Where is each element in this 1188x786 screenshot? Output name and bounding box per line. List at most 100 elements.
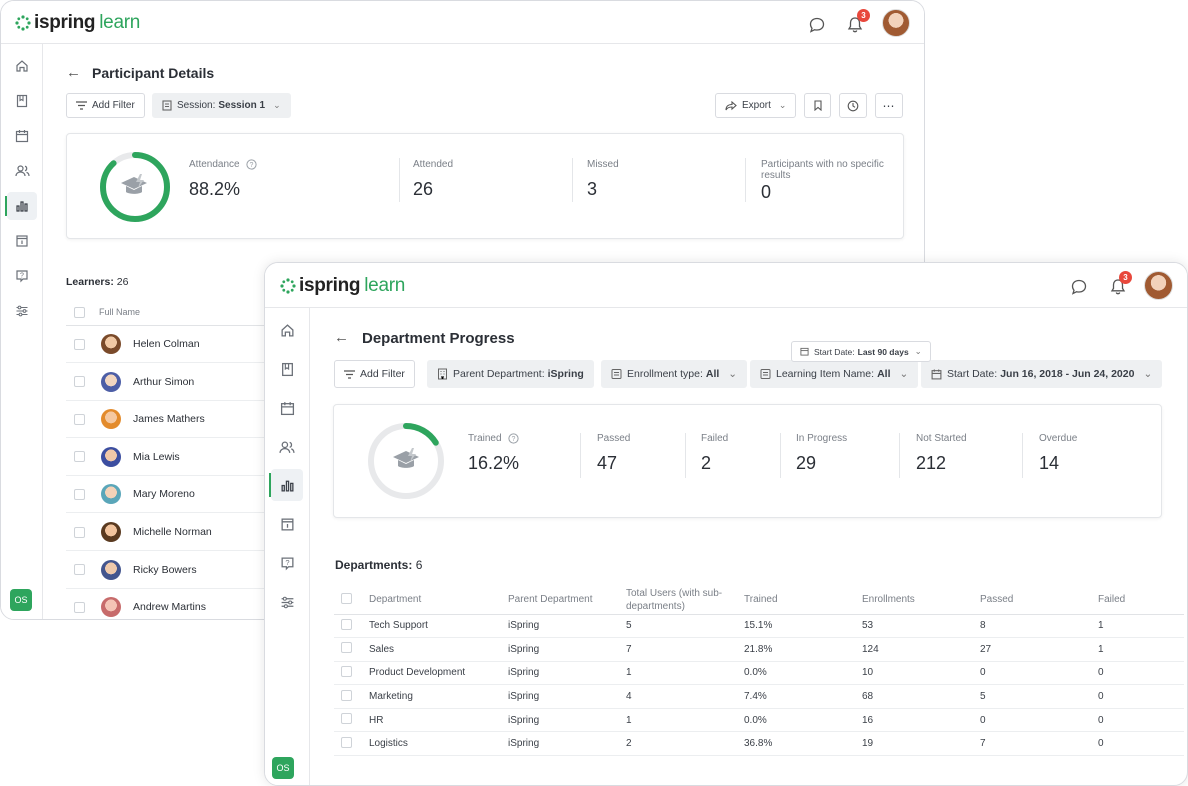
user-initials-badge[interactable]: OS bbox=[10, 589, 32, 611]
row-checkbox[interactable] bbox=[341, 618, 352, 630]
chevron-down-icon: ⌄ bbox=[899, 368, 909, 380]
list-item[interactable]: Mia Lewis bbox=[66, 439, 296, 476]
user-avatar[interactable] bbox=[882, 9, 910, 37]
start-date-filter[interactable]: Start Date: Jun 16, 2018 - Jun 24, 2020 ⌄ bbox=[921, 360, 1163, 388]
row-checkbox[interactable] bbox=[74, 451, 85, 463]
sidebar-calendar-icon[interactable] bbox=[7, 122, 37, 150]
attendance-progress-ring bbox=[100, 152, 170, 222]
row-checkbox[interactable] bbox=[74, 338, 85, 350]
row-checkbox[interactable] bbox=[74, 376, 85, 388]
sidebar-courses-icon[interactable] bbox=[271, 354, 303, 384]
sidebar-reports-icon[interactable] bbox=[5, 192, 37, 220]
sidebar-users-icon[interactable] bbox=[271, 432, 303, 462]
column-header[interactable]: Parent Department bbox=[508, 586, 626, 615]
row-checkbox[interactable] bbox=[341, 689, 352, 701]
table-row[interactable]: Sales iSpring 7 21.8% 124 27 1 bbox=[334, 637, 1184, 662]
avatar bbox=[101, 409, 121, 430]
row-checkbox[interactable] bbox=[74, 488, 85, 500]
departments-label: Departments: bbox=[335, 558, 413, 572]
back-arrow-icon[interactable]: ← bbox=[66, 64, 81, 81]
divider bbox=[685, 433, 686, 478]
column-header[interactable]: Enrollments bbox=[862, 586, 980, 615]
row-checkbox[interactable] bbox=[341, 736, 352, 748]
avatar bbox=[101, 371, 121, 392]
sidebar-calendar-icon[interactable] bbox=[271, 393, 303, 423]
add-filter-button[interactable]: Add Filter bbox=[66, 93, 145, 118]
list-item[interactable]: Mary Moreno bbox=[66, 476, 296, 514]
table-cell: 2 bbox=[626, 731, 744, 757]
list-item[interactable]: Ricky Bowers bbox=[66, 552, 296, 589]
row-checkbox[interactable] bbox=[74, 564, 85, 576]
graduation-cap-icon bbox=[393, 448, 419, 468]
sidebar-settings-icon[interactable] bbox=[271, 587, 303, 617]
sidebar-info-icon[interactable] bbox=[7, 227, 37, 255]
table-row[interactable]: HR iSpring 1 0.0% 16 0 0 bbox=[334, 708, 1184, 733]
attendance-value: 88.2% bbox=[189, 179, 241, 200]
column-header[interactable]: Total Users (with sub-departments) bbox=[626, 586, 744, 615]
list-item[interactable]: Michelle Norman bbox=[66, 514, 296, 551]
attended-stat: Attended 26 bbox=[413, 159, 453, 200]
table-row[interactable]: Product Development iSpring 1 0.0% 10 0 0 bbox=[334, 661, 1184, 686]
app-logo[interactable]: ispring learn bbox=[15, 12, 140, 34]
bookmark-button[interactable] bbox=[804, 93, 831, 118]
row-checkbox[interactable] bbox=[341, 642, 352, 654]
session-filter-button[interactable]: Session: Session 1 ⌄ bbox=[152, 93, 291, 118]
sidebar-info-icon[interactable] bbox=[271, 509, 303, 539]
sidebar-users-icon[interactable] bbox=[7, 157, 37, 185]
sidebar-help-icon[interactable]: ? bbox=[7, 262, 37, 290]
sidebar-courses-icon[interactable] bbox=[7, 87, 37, 115]
add-filter-button[interactable]: Add Filter bbox=[334, 360, 415, 388]
help-circle-icon[interactable]: ? bbox=[508, 433, 519, 444]
not-started-stat: Not Started 212 bbox=[916, 433, 967, 474]
table-row[interactable]: Tech Support iSpring 5 15.1% 53 8 1 bbox=[334, 614, 1184, 639]
list-item[interactable]: Helen Colman bbox=[66, 326, 296, 363]
row-checkbox[interactable] bbox=[74, 526, 85, 538]
sidebar-settings-icon[interactable] bbox=[7, 297, 37, 325]
list-item[interactable]: Andrew Martins bbox=[66, 589, 296, 619]
list-item[interactable]: Arthur Simon bbox=[66, 364, 296, 401]
row-checkbox[interactable] bbox=[341, 713, 352, 725]
attendance-summary-card: Attendance ? 88.2% Attended 26 Missed 3 … bbox=[66, 133, 904, 239]
learning-item-filter[interactable]: Learning Item Name: All ⌄ bbox=[750, 360, 919, 388]
enrollment-type-filter[interactable]: Enrollment type: All ⌄ bbox=[601, 360, 748, 388]
start-date-chip[interactable]: Start Date: Last 90 days ⌄ bbox=[791, 341, 931, 362]
select-all-checkbox[interactable] bbox=[74, 306, 85, 318]
sidebar-help-icon[interactable]: ? bbox=[271, 548, 303, 578]
more-options-icon[interactable]: ⋯ bbox=[875, 93, 903, 118]
column-header[interactable]: Failed bbox=[1098, 586, 1184, 615]
sidebar-reports-icon[interactable] bbox=[269, 469, 303, 501]
add-filter-label: Add Filter bbox=[360, 368, 405, 380]
sidebar-home-icon[interactable] bbox=[271, 315, 303, 345]
missed-stat: Missed 3 bbox=[587, 159, 619, 200]
table-cell: iSpring bbox=[508, 661, 626, 686]
table-row[interactable]: Logistics iSpring 2 36.8% 19 7 0 bbox=[334, 731, 1184, 757]
row-checkbox[interactable] bbox=[341, 665, 352, 677]
not-started-label: Not Started bbox=[916, 433, 967, 444]
column-header[interactable]: Passed bbox=[980, 586, 1098, 615]
select-all-checkbox[interactable] bbox=[341, 592, 352, 604]
notification-badge: 3 bbox=[857, 9, 870, 22]
parent-department-filter[interactable]: Parent Department: iSpring bbox=[427, 360, 594, 388]
user-avatar[interactable] bbox=[1144, 271, 1173, 300]
chat-icon[interactable] bbox=[807, 15, 827, 35]
trained-label: Trained bbox=[468, 433, 502, 445]
row-checkbox[interactable] bbox=[74, 413, 85, 425]
no-result-stat: Participants with no specific results 0 bbox=[761, 159, 891, 203]
app-logo[interactable]: ispring learn bbox=[280, 275, 405, 297]
table-row[interactable]: Marketing iSpring 4 7.4% 68 5 0 bbox=[334, 684, 1184, 709]
sidebar-home-icon[interactable] bbox=[7, 52, 37, 80]
trained-value: 16.2% bbox=[468, 453, 520, 474]
column-header[interactable]: Department bbox=[369, 586, 508, 615]
chat-icon[interactable] bbox=[1069, 277, 1089, 297]
column-header[interactable]: Trained bbox=[744, 586, 862, 615]
chevron-down-icon: ⌄ bbox=[778, 100, 787, 110]
row-checkbox[interactable] bbox=[74, 601, 85, 613]
export-button[interactable]: Export ⌄ bbox=[715, 93, 797, 118]
add-filter-label: Add Filter bbox=[92, 100, 135, 111]
svg-text:?: ? bbox=[512, 436, 516, 443]
list-item[interactable]: James Mathers bbox=[66, 401, 296, 439]
history-button[interactable] bbox=[839, 93, 867, 118]
user-initials-badge[interactable]: OS bbox=[272, 757, 294, 779]
back-arrow-icon[interactable]: ← bbox=[334, 329, 349, 346]
help-circle-icon[interactable]: ? bbox=[246, 159, 257, 170]
